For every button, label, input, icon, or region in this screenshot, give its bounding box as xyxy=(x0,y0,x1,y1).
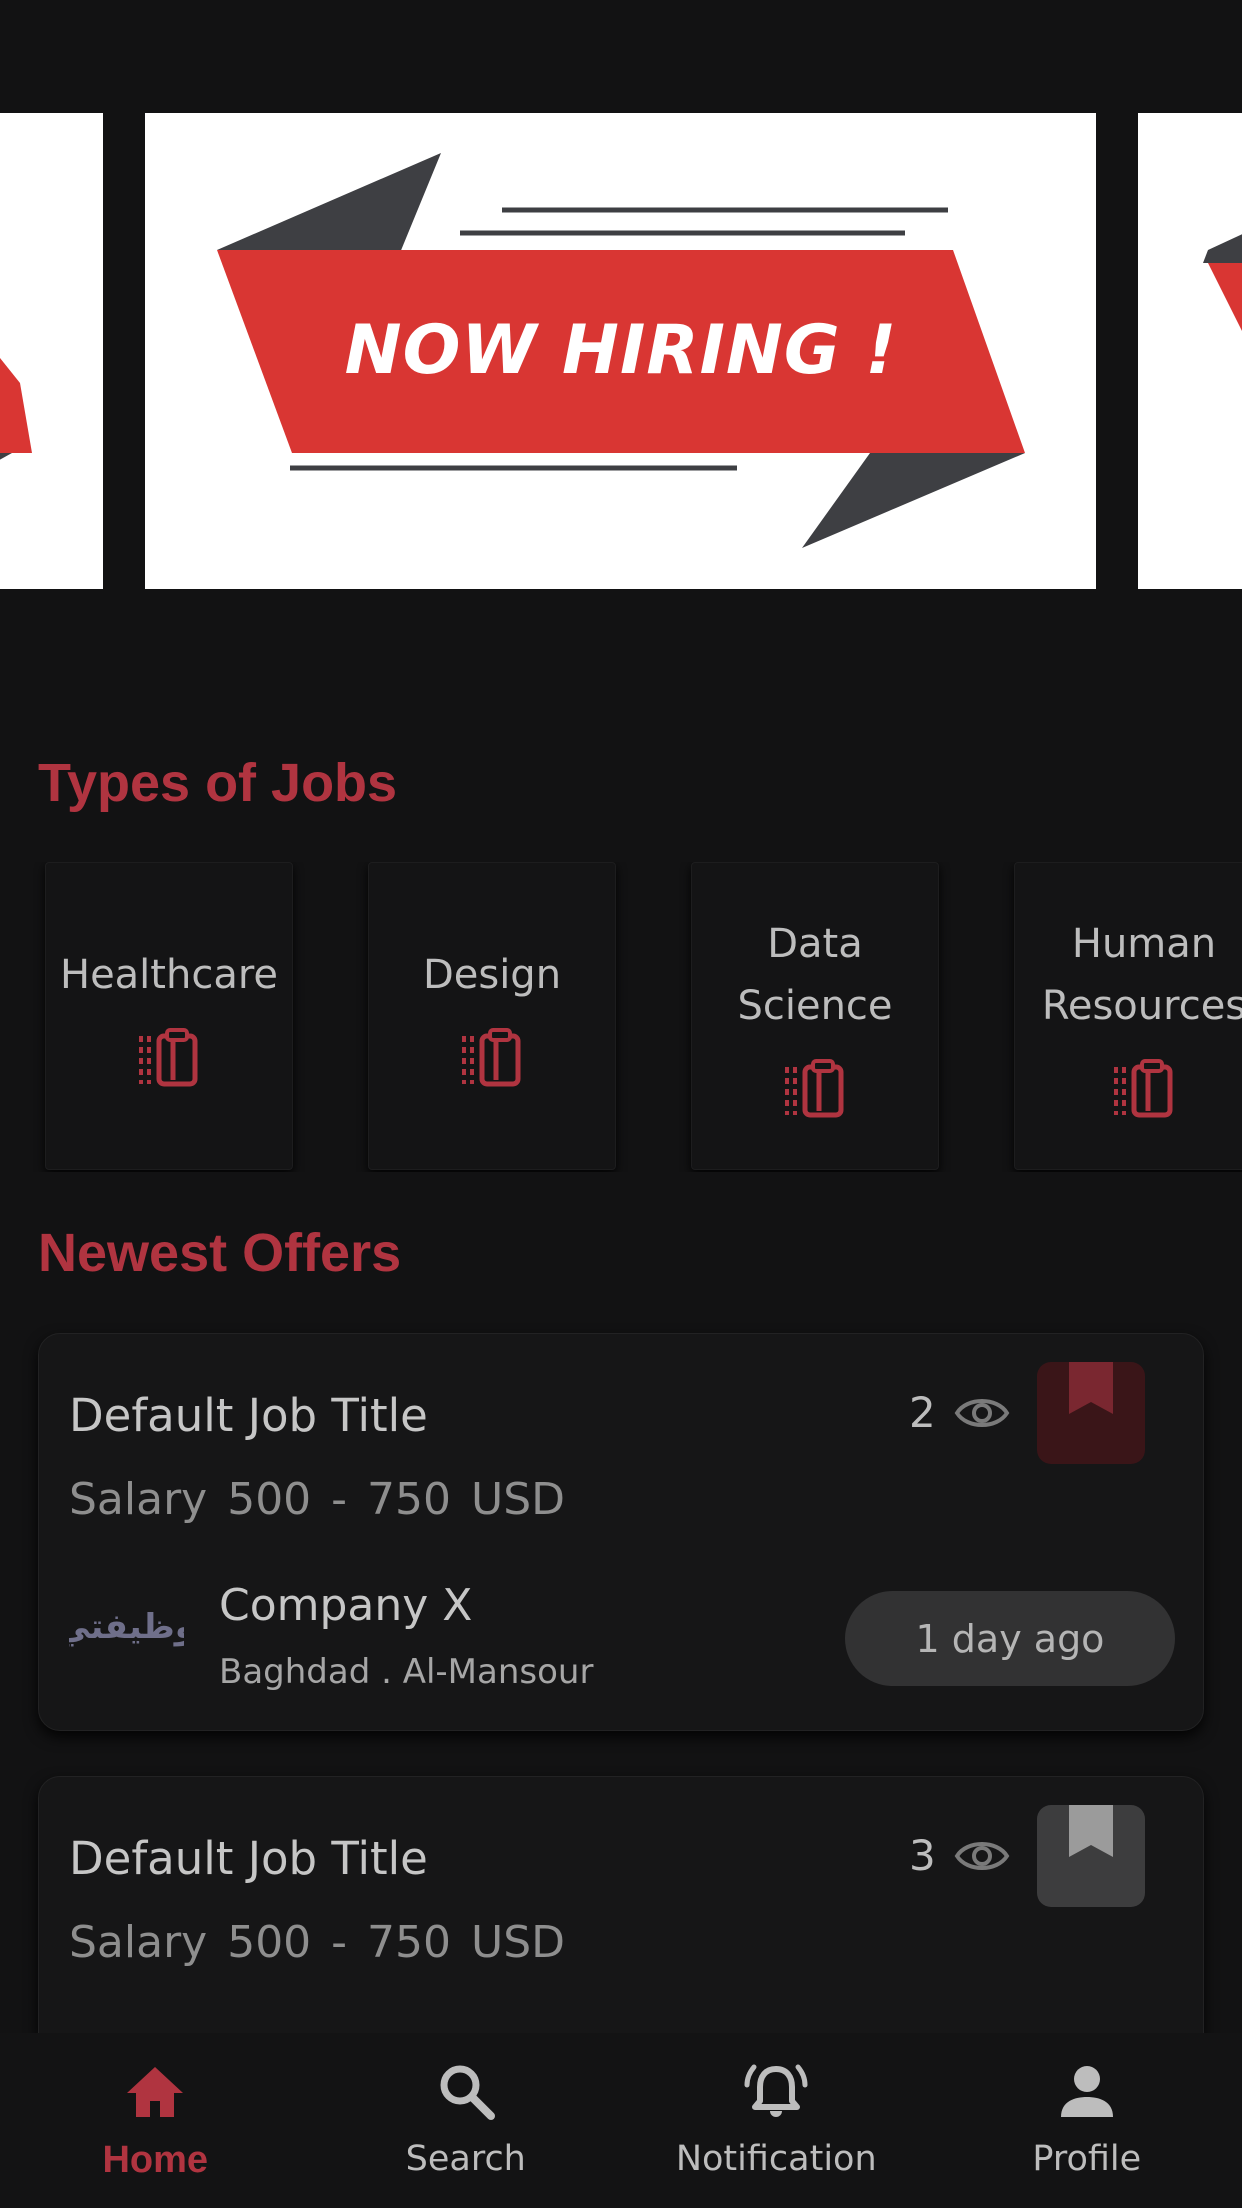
view-count: 2 xyxy=(909,1388,1010,1437)
nav-home-label: Home xyxy=(102,2139,209,2181)
bell-ringing-icon xyxy=(744,2064,808,2117)
category-label: Human Resources xyxy=(1041,921,1242,1029)
banner-headline: NOW HIRING ! xyxy=(345,311,898,390)
clipboard-icon xyxy=(462,1028,521,1087)
category-card-data-science[interactable]: Data Science xyxy=(691,862,939,1170)
search-icon xyxy=(440,2065,495,2120)
banner-carousel[interactable]: NOW HIRING ! xyxy=(0,113,1242,589)
clipboard-icon xyxy=(1114,1059,1173,1118)
category-label: Data Science xyxy=(737,921,893,1029)
category-card-human-resources[interactable]: Human Resources xyxy=(1014,862,1242,1170)
bookmark-icon xyxy=(1069,1805,1113,1857)
category-card-design[interactable]: Design xyxy=(368,862,616,1170)
person-icon xyxy=(1060,2066,1113,2117)
clipboard-icon xyxy=(139,1028,198,1087)
job-salary: Salary 500 - 750 USD xyxy=(69,1917,566,1968)
company-location: Baghdad . Al-Mansour xyxy=(219,1652,594,1692)
job-offer-card[interactable]: Default Job Title Salary 500 - 750 USD 2… xyxy=(38,1333,1204,1731)
nav-notification-label: Notification xyxy=(675,2139,877,2179)
job-salary: Salary 500 - 750 USD xyxy=(69,1474,566,1525)
nav-search[interactable]: Search xyxy=(311,2033,622,2208)
home-icon xyxy=(127,2067,184,2117)
posted-time-badge: 1 day ago xyxy=(845,1591,1175,1686)
view-count: 3 xyxy=(909,1831,1010,1880)
bookmark-icon xyxy=(1069,1362,1113,1414)
clipboard-icon xyxy=(785,1059,844,1118)
nav-home[interactable]: Home xyxy=(0,2033,311,2208)
types-of-jobs-heading: Types of Jobs xyxy=(38,753,398,813)
nav-profile[interactable]: Profile xyxy=(932,2033,1242,2208)
banner-slide-now-hiring[interactable]: NOW HIRING ! xyxy=(145,113,1096,589)
category-label: Healthcare xyxy=(59,952,279,998)
bookmark-button[interactable] xyxy=(1037,1805,1145,1907)
nav-search-label: Search xyxy=(405,2139,526,2179)
category-label: Design xyxy=(422,952,562,998)
newest-offers-heading: Newest Offers xyxy=(38,1223,402,1283)
job-title: Default Job Title xyxy=(69,1832,428,1885)
banner-slide-previous[interactable] xyxy=(0,113,103,589)
category-card-healthcare[interactable]: Healthcare xyxy=(45,862,293,1170)
bookmark-button[interactable] xyxy=(1037,1362,1145,1464)
status-bar xyxy=(0,0,1242,113)
company-logo-text: وظيفتي xyxy=(69,1607,184,1647)
company-name: Company X xyxy=(219,1580,473,1631)
nav-profile-label: Profile xyxy=(1032,2139,1142,2179)
view-count-value: 3 xyxy=(909,1831,936,1880)
eye-icon xyxy=(954,1398,1010,1427)
eye-icon xyxy=(954,1841,1010,1870)
view-count-value: 2 xyxy=(909,1388,936,1437)
company-logo: وظيفتي xyxy=(69,1607,184,1647)
job-offer-card[interactable]: Default Job Title Salary 500 - 750 USD 3 xyxy=(38,1776,1204,2036)
job-title: Default Job Title xyxy=(69,1389,428,1442)
bottom-navigation-bar: Home Search Notification Profile xyxy=(0,2033,1242,2208)
job-categories-list[interactable]: Healthcare Design Data Science Human Res… xyxy=(0,862,1242,1172)
nav-notification[interactable]: Notification xyxy=(621,2033,932,2208)
banner-slide-next[interactable] xyxy=(1138,113,1242,589)
